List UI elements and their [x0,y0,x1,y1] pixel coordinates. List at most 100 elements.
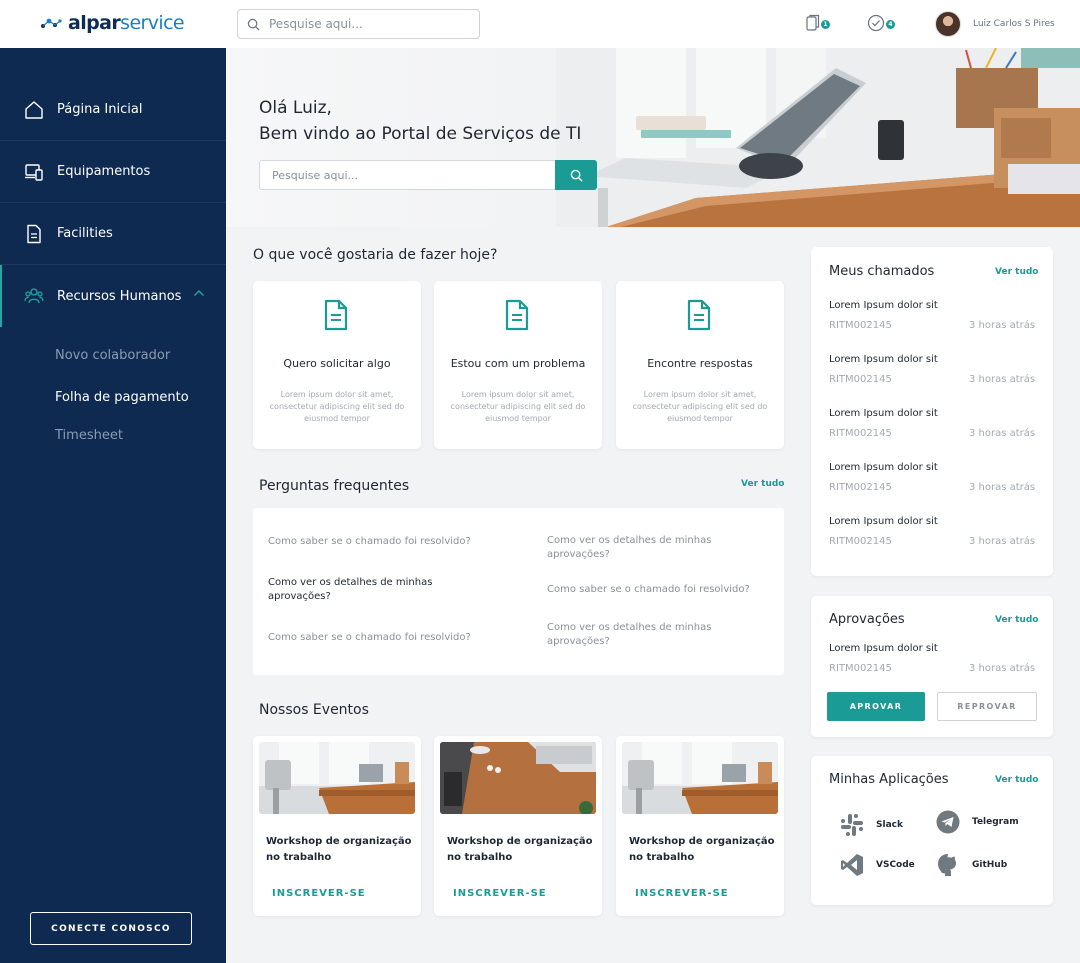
approvals-title: Aprovações [829,612,905,627]
logo-text-light: service [120,12,184,34]
user-menu[interactable]: Luiz Carlos S Pires [935,11,1055,37]
ticket-time: 3 horas atrás [969,482,1036,493]
tickets-see-all-link[interactable]: Ver tudo [995,267,1038,277]
action-card-description: Lorem ipsum dolor sit amet, consectetur … [632,390,768,423]
hero-search[interactable] [259,160,597,190]
apps-panel: Minhas Aplicações Ver tudo Slack Telegra… [811,756,1053,905]
devices-icon [25,163,43,181]
home-icon [25,100,43,119]
approvals-see-all-link[interactable]: Ver tudo [995,615,1038,625]
apps-see-all-link[interactable]: Ver tudo [995,775,1038,785]
avatar[interactable] [935,11,961,37]
faq-see-all-link[interactable]: Ver tudo [741,479,784,489]
event-card[interactable]: Workshop de organização no trabalho INSC… [616,736,784,916]
sidebar-item-label: Recursos Humanos [57,288,182,304]
reject-button[interactable]: REPROVAR [937,692,1037,721]
tickets-panel: Meus chamados Ver tudo Lorem Ipsum dolor… [811,247,1053,576]
app-label: Telegram [972,817,1019,827]
event-signup-link[interactable]: INSCREVER-SE [635,888,729,899]
ticket-id: RITM002145 [829,374,892,385]
connect-button[interactable]: CONECTE CONOSCO [30,912,192,945]
faq-item[interactable]: Como saber se o chamado foi resolvido? [547,583,787,597]
action-card-request[interactable]: Quero solicitar algo Lorem ipsum dolor s… [253,281,421,449]
hero-search-input[interactable] [259,160,555,190]
approval-title: Lorem Ipsum dolor sit [829,643,938,654]
app-label: Slack [876,820,903,830]
approve-button[interactable]: APROVAR [827,692,925,721]
ticket-time: 3 horas atrás [969,428,1036,439]
event-card[interactable]: Workshop de organização no trabalho INSC… [434,736,602,916]
telegram-icon [936,810,960,834]
events-title: Nossos Eventos [259,702,369,718]
top-search-box[interactable] [237,9,480,39]
sidebar-item-home[interactable]: Página Inicial [0,79,226,141]
faq-title: Perguntas frequentes [259,478,410,494]
action-card-answers[interactable]: Encontre respostas Lorem ipsum dolor sit… [616,281,784,449]
event-title: Workshop de organização no trabalho [629,836,775,863]
ticket-time: 3 horas atrás [969,320,1036,331]
app-telegram[interactable]: Telegram [936,810,1019,834]
chevron-up-icon[interactable] [193,289,205,297]
faq-item[interactable]: Como ver os detalhes de minhas aprovaçõe… [268,576,468,604]
ticket-time: 3 horas atrás [969,536,1036,547]
tasks-badge: 4 [886,20,895,29]
event-title: Workshop de organização no trabalho [447,836,593,863]
faq-item[interactable]: Como ver os detalhes de minhas aprovaçõe… [547,621,737,649]
people-icon [24,288,44,304]
sidebar-item-equipamentos[interactable]: Equipamentos [0,141,226,203]
action-card-problem[interactable]: Estou com um problema Lorem ipsum dolor … [434,281,602,449]
top-bar: alparservice 1 4 Luiz Carlos S Pires [0,0,1080,48]
event-signup-link[interactable]: INSCREVER-SE [453,888,547,899]
tasks-button[interactable]: 4 [867,14,895,32]
faq-item[interactable]: Como ver os detalhes de minhas aprovaçõe… [547,534,737,562]
approval-time: 3 horas atrás [969,663,1036,674]
search-icon [247,18,260,30]
faq-list: Como saber se o chamado foi resolvido? C… [253,508,784,675]
action-card-description: Lorem ipsum dolor sit amet, consectetur … [450,390,586,423]
event-image [440,742,596,814]
app-label: GitHub [972,860,1008,870]
notifications-button[interactable]: 1 [806,14,830,32]
top-search-input[interactable] [269,17,459,31]
event-signup-link[interactable]: INSCREVER-SE [272,888,366,899]
actions-title: O que você gostaria de fazer hoje? [253,247,498,263]
sidebar: Página Inicial Equipamentos Facilities R… [0,48,226,963]
ticket-id: RITM002145 [829,536,892,547]
ticket-id: RITM002145 [829,428,892,439]
event-image [259,742,415,814]
event-card[interactable]: Workshop de organização no trabalho INSC… [253,736,421,916]
action-card-title: Quero solicitar algo [283,357,391,370]
sidebar-item-recursos-humanos[interactable]: Recursos Humanos [0,265,226,327]
document-icon [324,299,348,331]
event-title: Workshop de organização no trabalho [266,836,412,863]
sidebar-subitem-timesheet[interactable]: Timesheet [55,428,123,443]
action-card-title: Estou com um problema [450,357,586,370]
ticket-id: RITM002145 [829,482,892,493]
vscode-icon [841,854,863,876]
approval-id: RITM002145 [829,663,892,674]
app-label: VSCode [876,860,915,870]
notifications-badge: 1 [821,20,830,29]
action-card-description: Lorem ipsum dolor sit amet, consectetur … [269,390,405,423]
ticket-id: RITM002145 [829,320,892,331]
faq-item[interactable]: Como saber se o chamado foi resolvido? [268,631,508,645]
tickets-title: Meus chamados [829,264,935,279]
app-github[interactable]: GitHub [936,853,1007,877]
logo-text-bold: alpar [68,12,121,34]
approvals-panel: Aprovações Ver tudo Lorem Ipsum dolor si… [811,596,1053,737]
sidebar-subitem-folha-de-pagamento[interactable]: Folha de pagamento [55,390,189,405]
documents-icon [806,14,820,31]
hero-banner: Olá Luiz, Bem vindo ao Portal de Serviço… [226,48,1080,227]
alpar-logo[interactable]: alparservice [40,12,185,34]
hero-greeting: Olá Luiz, Bem vindo ao Portal de Serviço… [259,95,581,147]
sidebar-subitem-novo-colaborador[interactable]: Novo colaborador [55,348,170,363]
ticket-title: Lorem Ipsum dolor sit [829,354,938,365]
app-slack[interactable]: Slack [840,813,903,837]
check-circle-icon [867,14,885,32]
app-vscode[interactable]: VSCode [840,853,915,877]
faq-item[interactable]: Como saber se o chamado foi resolvido? [268,535,508,549]
document-icon [27,224,41,243]
hero-search-button[interactable] [555,160,597,190]
sidebar-item-facilities[interactable]: Facilities [0,203,226,265]
event-image [622,742,778,814]
